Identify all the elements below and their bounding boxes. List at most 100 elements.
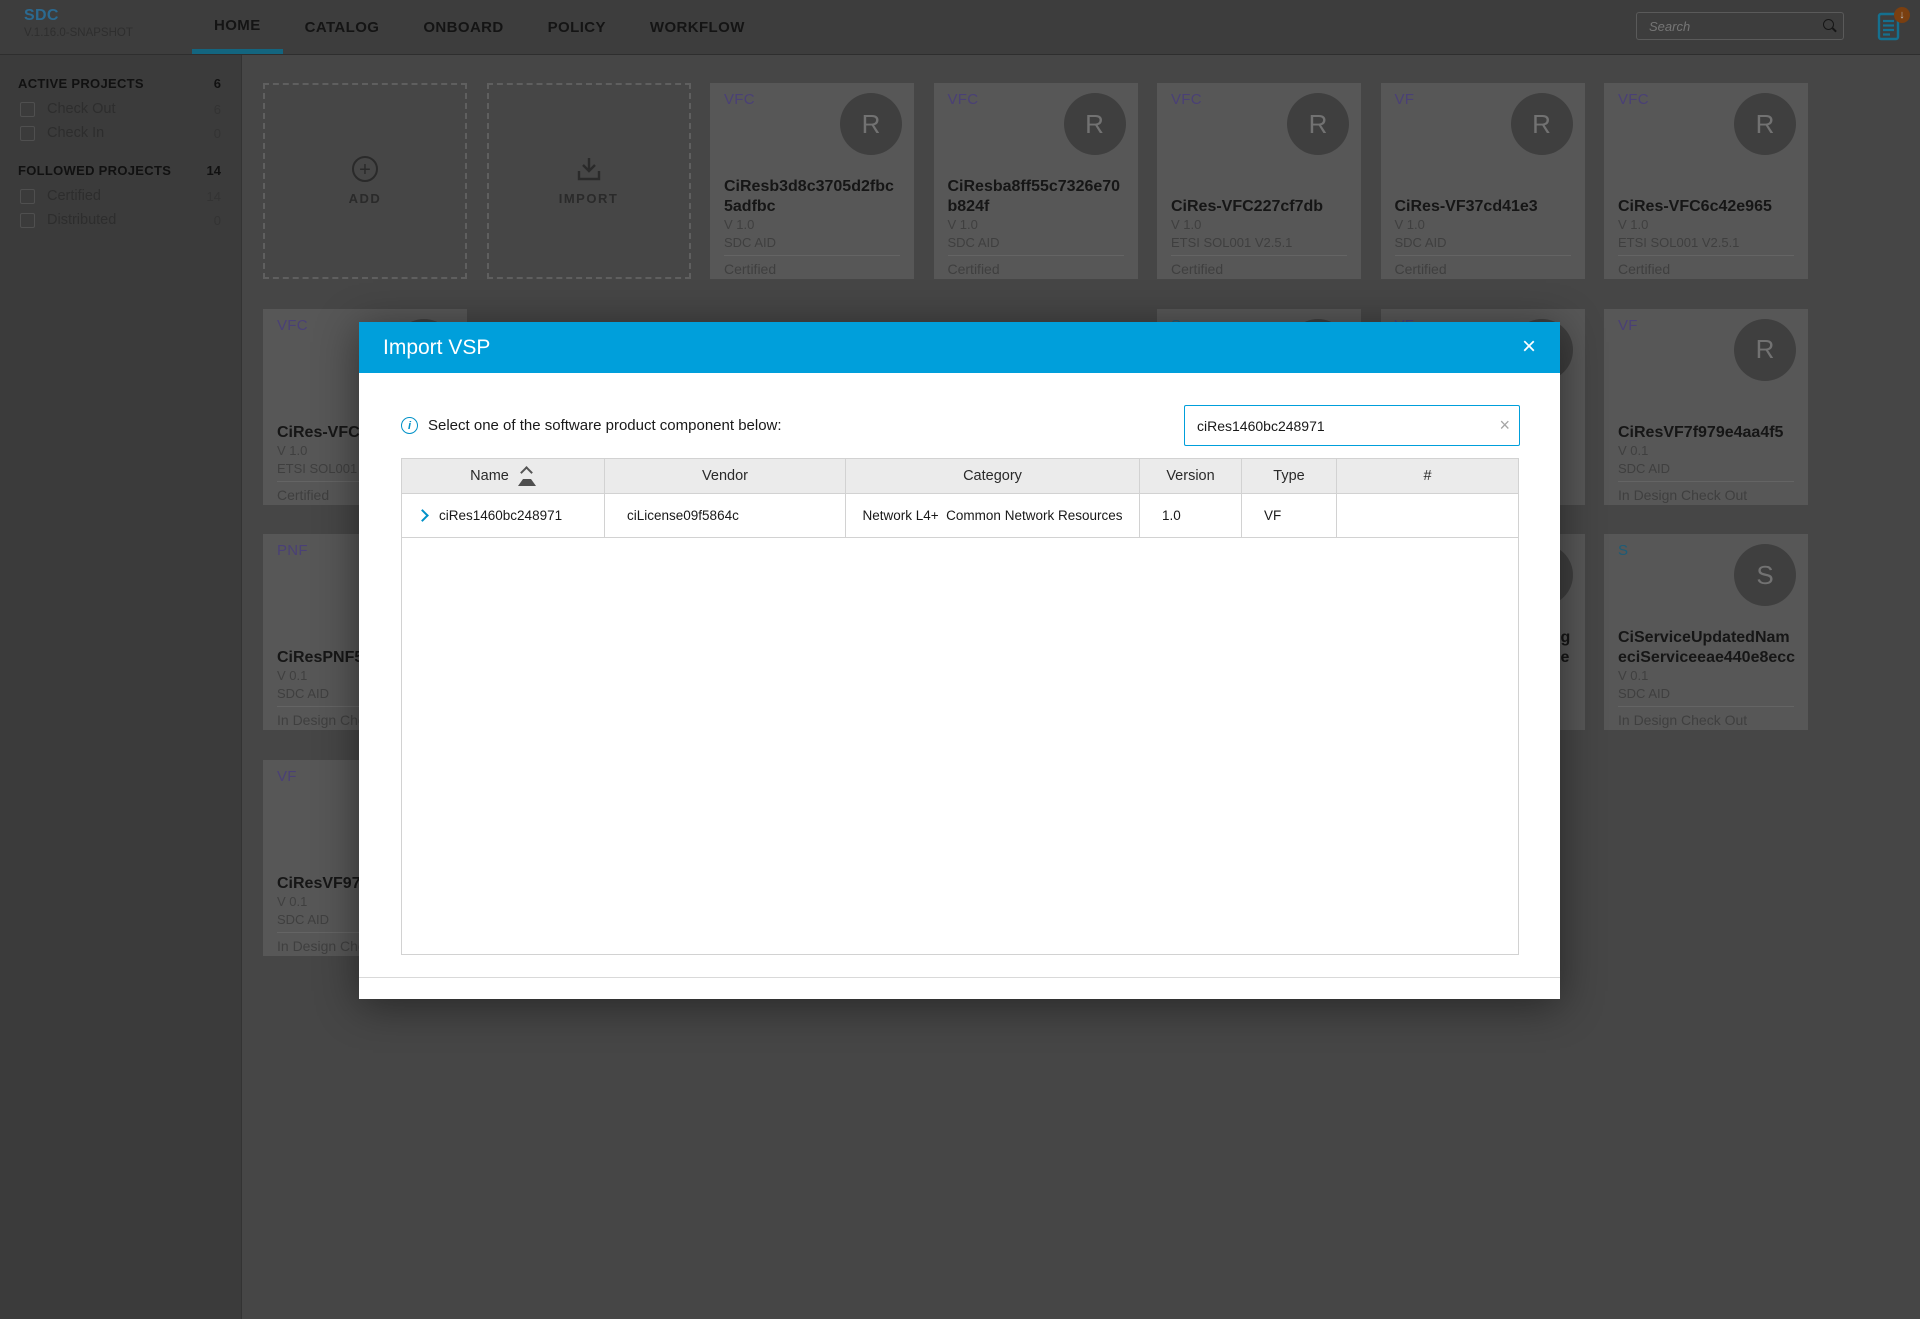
notifications-button[interactable]: ↓ [1877,7,1910,44]
vsp-category-cell: Network L4+ Common Network Resources [846,494,1140,537]
checkbox[interactable] [20,101,35,117]
tab-policy[interactable]: POLICY [526,0,628,54]
card-name: CiRes-VF37cd41e3 [1394,198,1538,215]
sidebar-item-check-in[interactable]: Check In 0 [0,121,241,145]
tab-onboard[interactable]: ONBOARD [401,0,525,54]
card-standard: ETSI SOL001 V2.5.1 [1171,235,1293,250]
vsp-row[interactable]: ciRes1460bc248971 ciLicense09f5864c Networ… [402,494,1518,538]
sidebar-item-count: 14 [206,188,221,204]
card-standard: SDC AID [1618,460,1671,476]
sidebar-section-count: 14 [206,163,221,178]
catalog-card[interactable]: VFC R CiRes-VFC6c42e965 V 1.0 ETSI SOL001 V2… [1604,83,1808,279]
close-icon[interactable]: × [1516,322,1542,371]
vsp-table-body: ciRes1460bc248971 ciLicense09f5864c Networ… [402,494,1518,538]
header-search-input[interactable] [1637,13,1843,39]
clear-filter-icon[interactable]: × [1499,414,1510,436]
tab-catalog[interactable]: CATALOG [283,0,402,54]
import-card[interactable]: IMPORT [486,83,691,279]
vsp-table-header: Name Vendor Category Version Type # [402,459,1518,494]
card-divider [1171,255,1347,256]
column-header-type[interactable]: Type [1242,459,1337,493]
card-type-label: VFC [1171,91,1202,108]
card-standard: SDC AID [724,235,777,250]
card-status: Certified [724,261,777,277]
column-header-version[interactable]: Version [1140,459,1242,493]
card-version: V 0.1 [277,893,308,909]
tab-home[interactable]: HOME [192,0,283,54]
card-status: Certified [947,261,1000,277]
card-divider [1618,480,1794,482]
sidebar-item-count: 0 [213,125,221,141]
catalog-card[interactable]: S S CiServiceUpdatedNameciServiceeae440e8e… [1604,534,1808,730]
sidebar-item-label: Check In [47,125,105,141]
checkbox[interactable] [20,125,35,141]
card-divider [724,255,900,256]
sidebar-item-check-out[interactable]: Check Out 6 [0,97,241,121]
column-header-vendor[interactable]: Vendor [605,459,846,493]
card-standard: SDC AID [1618,686,1671,701]
card-name: CiResVF7f979e4aa4f5 [1618,423,1784,441]
card-divider [1618,255,1794,256]
plus-icon: + [352,156,378,182]
main-nav: HOME CATALOG ONBOARD POLICY WORKFLOW [192,0,767,54]
sidebar-item-count: 0 [213,212,221,228]
card-type-label: S [1618,542,1629,559]
card-type-label: VFC [277,316,308,334]
card-version: V 0.1 [1618,668,1649,683]
card-name: CiServiceUpdatedNameciServiceeae440e8ecc… [1618,629,1796,666]
card-status: In Design Check Out [1618,712,1748,728]
instruction-row: i Select one of the software product com… [401,405,782,446]
tab-workflow[interactable]: WORKFLOW [628,0,767,54]
card-standard: SDC AID [1394,235,1447,250]
avatar: R [1510,93,1573,155]
avatar: R [1287,93,1349,155]
vsp-table: Name Vendor Category Version Type # ciRes1460… [401,458,1519,955]
column-header-hash[interactable]: # [1337,459,1518,493]
import-label: IMPORT [558,191,619,206]
sidebar-item-distributed[interactable]: Distributed 0 [0,208,241,232]
catalog-card[interactable]: VF R CiRes-VF37cd41e3 V 1.0 SDC AID Certified [1380,83,1585,279]
modal-footer-divider [359,977,1560,978]
import-icon [577,158,600,181]
column-header-category[interactable]: Category [846,459,1140,493]
sidebar-section: FOLLOWED PROJECTS 14 Certified 14 Distribute… [0,155,241,232]
app-logo[interactable]: SDC V.1.16.0-SNAPSHOT [24,7,133,39]
card-type-label: VFC [724,91,755,108]
column-header-name[interactable]: Name [402,459,605,493]
notification-badge: ↓ [1894,7,1910,23]
sidebar-section-title-row: ACTIVE PROJECTS 6 [0,68,241,97]
card-status: In Design Check Out [1618,486,1748,503]
vsp-type-cell: VF [1242,494,1337,537]
import-vsp-modal: Import VSP × i Select one of the softwar… [359,322,1560,999]
avatar: R [1734,93,1796,155]
catalog-card[interactable]: VF R CiResVF7f979e4aa4f5 V 0.1 SDC AID In Des… [1604,308,1808,505]
catalog-card[interactable]: VFC R CiResba8ff55c7326e70b824f V 1.0 SDC AI… [933,83,1138,279]
sidebar-item-label: Certified [47,188,101,204]
checkbox[interactable] [20,188,35,204]
vsp-version-cell: 1.0 [1140,494,1242,537]
add-card[interactable]: + ADD [263,83,467,279]
catalog-card[interactable]: VFC R CiRes-VFC227cf7db V 1.0 ETSI SOL001 V2… [1157,83,1361,279]
vsp-filter-input[interactable] [1185,406,1519,445]
search-icon [1823,19,1834,30]
card-version: V 0.1 [277,668,308,683]
card-version: V 1.0 [1171,217,1202,232]
vsp-filter: × [1184,405,1520,446]
sidebar-item-label: Check Out [47,101,116,117]
expand-chevron-icon[interactable] [416,509,429,522]
sidebar: ACTIVE PROJECTS 6 Check Out 6 Check In 0 FOLLO… [0,54,242,1319]
checkbox[interactable] [20,212,35,228]
column-header-label: Type [1273,468,1305,484]
info-icon: i [401,417,418,434]
card-status: Certified [1618,261,1671,277]
sidebar-item-count: 6 [213,101,221,117]
sort-asc-icon [517,466,536,486]
card-version: V 1.0 [724,217,755,232]
add-label: ADD [348,191,382,206]
card-name: CiResb3d8c3705d2fbc5adfbc [724,178,894,215]
column-header-label: Name [470,468,509,484]
sidebar-item-certified[interactable]: Certified 14 [0,184,241,208]
catalog-card[interactable]: VFC R CiResb3d8c3705d2fbc5adfbc V 1.0 SDC AI… [710,83,914,279]
vsp-name-cell[interactable]: ciRes1460bc248971 [402,494,605,537]
card-name: CiResba8ff55c7326e70b824f [947,178,1121,215]
